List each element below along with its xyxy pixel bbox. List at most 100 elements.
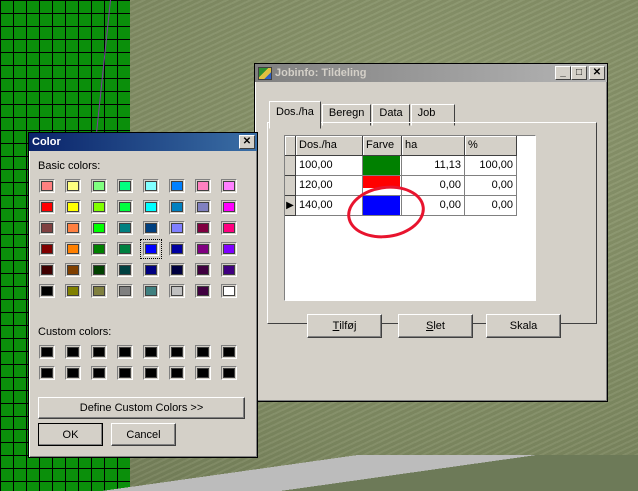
basic-color-swatch[interactable]: [169, 179, 185, 193]
basic-color-swatch[interactable]: [221, 179, 237, 193]
basic-color-swatch[interactable]: [195, 242, 211, 256]
cancel-button[interactable]: Cancel: [111, 423, 176, 446]
basic-color-swatch[interactable]: [169, 200, 185, 214]
custom-color-swatch[interactable]: [195, 345, 211, 359]
cell-pct[interactable]: 0,00: [465, 176, 517, 196]
cell-farve[interactable]: [363, 156, 402, 176]
col-header-farve[interactable]: Farve: [363, 136, 402, 156]
cell-pct[interactable]: 100,00: [465, 156, 517, 176]
basic-color-swatch[interactable]: [140, 239, 162, 259]
basic-color-swatch[interactable]: [221, 200, 237, 214]
basic-color-swatch[interactable]: [65, 284, 81, 298]
cell-dos[interactable]: 140,00: [296, 196, 363, 216]
custom-color-swatch[interactable]: [195, 366, 211, 380]
jobinfo-titlebar[interactable]: Jobinfo: Tildeling _ □ ✕: [255, 64, 607, 82]
basic-color-swatch[interactable]: [195, 284, 211, 298]
swatch-fill: [145, 265, 157, 275]
basic-color-swatch[interactable]: [195, 179, 211, 193]
col-header-pct[interactable]: %: [465, 136, 517, 156]
close-icon[interactable]: ✕: [239, 135, 255, 149]
basic-color-swatch[interactable]: [65, 242, 81, 256]
basic-color-swatch[interactable]: [169, 221, 185, 235]
cell-ha[interactable]: 0,00: [402, 176, 465, 196]
basic-color-swatch[interactable]: [169, 284, 185, 298]
dose-grid[interactable]: Dos./ha Farve ha % 100,00 11,13 100,00 1…: [284, 135, 536, 301]
swatch-fill: [93, 181, 105, 191]
custom-color-swatch[interactable]: [169, 345, 185, 359]
custom-color-swatch[interactable]: [143, 345, 159, 359]
row-header[interactable]: [285, 176, 296, 196]
cell-dos[interactable]: 120,00: [296, 176, 363, 196]
custom-color-swatch[interactable]: [221, 345, 237, 359]
maximize-icon[interactable]: □: [571, 66, 587, 80]
custom-color-swatch[interactable]: [65, 345, 81, 359]
ok-button[interactable]: OK: [38, 423, 103, 446]
cell-pct[interactable]: 0,00: [465, 196, 517, 216]
basic-color-swatch[interactable]: [39, 284, 55, 298]
basic-color-swatch[interactable]: [91, 179, 107, 193]
custom-color-swatch[interactable]: [65, 366, 81, 380]
basic-color-swatch[interactable]: [65, 263, 81, 277]
col-header-ha[interactable]: ha: [402, 136, 465, 156]
row-header[interactable]: [285, 156, 296, 176]
basic-color-swatch[interactable]: [65, 200, 81, 214]
custom-color-swatch[interactable]: [169, 366, 185, 380]
basic-color-swatch[interactable]: [221, 284, 237, 298]
current-row-indicator[interactable]: ▶: [285, 196, 296, 216]
basic-color-swatch[interactable]: [117, 179, 133, 193]
basic-color-swatch[interactable]: [143, 179, 159, 193]
tilfoj-button[interactable]: Tilføj: [307, 314, 382, 338]
basic-color-swatch[interactable]: [91, 284, 107, 298]
custom-color-swatch[interactable]: [143, 366, 159, 380]
basic-color-swatch[interactable]: [39, 263, 55, 277]
cell-dos[interactable]: 100,00: [296, 156, 363, 176]
basic-color-swatch[interactable]: [143, 263, 159, 277]
define-custom-colors-button[interactable]: Define Custom Colors >>: [38, 397, 245, 419]
basic-color-swatch[interactable]: [169, 263, 185, 277]
basic-color-swatch[interactable]: [39, 200, 55, 214]
basic-color-swatch[interactable]: [143, 221, 159, 235]
basic-color-swatch[interactable]: [221, 242, 237, 256]
slet-button[interactable]: Slet: [398, 314, 473, 338]
custom-color-swatch[interactable]: [221, 366, 237, 380]
basic-color-swatch[interactable]: [65, 179, 81, 193]
basic-color-swatch[interactable]: [39, 242, 55, 256]
custom-color-swatch[interactable]: [91, 366, 107, 380]
basic-color-swatch[interactable]: [39, 221, 55, 235]
tab-dos-ha[interactable]: Dos./ha: [269, 101, 321, 129]
basic-color-swatch[interactable]: [117, 221, 133, 235]
custom-color-swatch[interactable]: [117, 366, 133, 380]
basic-color-swatch[interactable]: [221, 263, 237, 277]
cell-ha[interactable]: 11,13: [402, 156, 465, 176]
custom-color-swatch[interactable]: [39, 366, 55, 380]
basic-color-swatch[interactable]: [195, 221, 211, 235]
col-header-dos[interactable]: Dos./ha: [296, 136, 363, 156]
basic-color-swatch[interactable]: [143, 200, 159, 214]
cell-ha[interactable]: 0,00: [402, 196, 465, 216]
cell-farve[interactable]: [363, 176, 402, 196]
basic-color-swatch[interactable]: [195, 200, 211, 214]
basic-color-swatch[interactable]: [117, 200, 133, 214]
basic-color-swatch[interactable]: [169, 242, 185, 256]
minimize-icon[interactable]: _: [555, 66, 571, 80]
basic-color-swatch[interactable]: [91, 200, 107, 214]
basic-color-swatch[interactable]: [65, 221, 81, 235]
basic-color-swatch[interactable]: [143, 284, 159, 298]
custom-color-swatch[interactable]: [39, 345, 55, 359]
basic-color-swatch[interactable]: [91, 242, 107, 256]
basic-color-swatch[interactable]: [117, 284, 133, 298]
basic-color-swatch[interactable]: [91, 263, 107, 277]
close-icon[interactable]: ✕: [589, 66, 605, 80]
cell-farve[interactable]: [363, 196, 402, 216]
basic-color-swatch[interactable]: [195, 263, 211, 277]
color-dialog-titlebar[interactable]: Color ✕: [29, 133, 257, 151]
skala-button[interactable]: Skala: [486, 314, 561, 338]
custom-color-swatch[interactable]: [117, 345, 133, 359]
basic-color-swatch[interactable]: [39, 179, 55, 193]
basic-color-swatch[interactable]: [91, 221, 107, 235]
swatch-fill: [41, 368, 53, 378]
basic-color-swatch[interactable]: [221, 221, 237, 235]
custom-color-swatch[interactable]: [91, 345, 107, 359]
basic-color-swatch[interactable]: [117, 263, 133, 277]
basic-color-swatch[interactable]: [117, 242, 133, 256]
